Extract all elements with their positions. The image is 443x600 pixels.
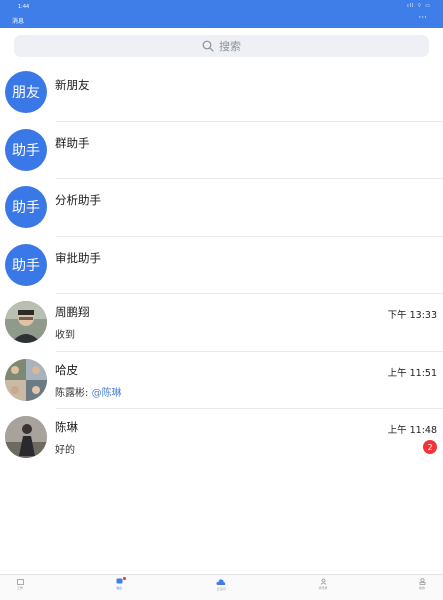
group-photo-icon (5, 358, 47, 401)
tab-me[interactable]: 我的 (413, 578, 431, 590)
conversation-time: 上午 11:51 (387, 367, 437, 379)
conversation-name: 哈皮 (55, 362, 78, 377)
conversation-name: 周鹏翔 (55, 305, 90, 319)
header-bar: 1:44 ıll ⌔ ▭ 消息 ··· (0, 0, 443, 28)
page-title: 消息 (12, 18, 25, 25)
tab-cloud[interactable]: 云空间 (212, 578, 230, 591)
tab-messages[interactable]: 消息 (110, 577, 128, 590)
item-name: 分析助手 (55, 193, 101, 207)
search-placeholder: 搜索 (219, 40, 241, 53)
cloud-icon (216, 579, 226, 585)
conversation-preview: 陈露彬: @陈琳 (55, 384, 122, 399)
item-name: 新朋友 (55, 78, 90, 92)
preview-sender: 陈露彬: (55, 387, 92, 399)
list-item-analysis-assistant[interactable]: 助手 分析助手 (0, 179, 443, 237)
profile-icon (419, 578, 425, 585)
list-item-approval-assistant[interactable]: 助手 审批助手 (0, 237, 443, 294)
person-photo-icon (5, 416, 47, 458)
avatar: 助手 (5, 186, 47, 228)
list-item-new-friends[interactable]: 朋友 新朋友 (0, 64, 443, 122)
conversation-row[interactable]: 哈皮 陈露彬: @陈琳 上午 11:51 (0, 352, 443, 409)
status-icons: ıll ⌔ ▭ (407, 3, 431, 9)
contacts-icon (320, 578, 326, 585)
search-input[interactable]: 搜索 (14, 35, 429, 57)
avatar (5, 301, 47, 343)
tab-contacts[interactable]: 通讯录 (314, 578, 332, 590)
tab-bar: 工作 消息 云空间 通讯录 我的 (0, 574, 443, 600)
conversation-row[interactable]: 周鹏翔 收到 下午 13:33 (0, 294, 443, 352)
item-name: 审批助手 (55, 250, 101, 265)
conversation-row[interactable]: 陈琳 好的 上午 11:48 2 (0, 409, 443, 467)
conversation-preview: 收到 (55, 330, 75, 341)
more-icon[interactable]: ··· (418, 13, 427, 23)
avatar: 朋友 (5, 71, 47, 113)
avatar (5, 358, 47, 401)
message-icon (116, 578, 122, 584)
tab-work[interactable]: 工作 (11, 578, 29, 590)
conversation-preview: 好的 (55, 445, 75, 456)
avatar (5, 416, 47, 458)
conversation-time: 上午 11:48 (387, 425, 437, 436)
item-name: 群助手 (55, 135, 90, 150)
work-icon (16, 579, 24, 585)
avatar: 助手 (5, 243, 47, 286)
notification-dot (123, 577, 126, 580)
conversation-list: 朋友 新朋友 助手 群助手 助手 分析助手 助手 审批助手 周鹏翔 收到 下午 … (0, 64, 443, 467)
list-item-group-assistant[interactable]: 助手 群助手 (0, 122, 443, 179)
preview-mention: @陈琳 (91, 387, 122, 399)
avatar: 助手 (5, 128, 47, 171)
status-time: 1:44 (18, 4, 30, 10)
search-icon (202, 40, 214, 52)
unread-badge: 2 (423, 440, 437, 454)
person-photo-icon (5, 301, 47, 343)
conversation-time: 下午 13:33 (387, 310, 437, 321)
conversation-name: 陈琳 (55, 420, 78, 434)
